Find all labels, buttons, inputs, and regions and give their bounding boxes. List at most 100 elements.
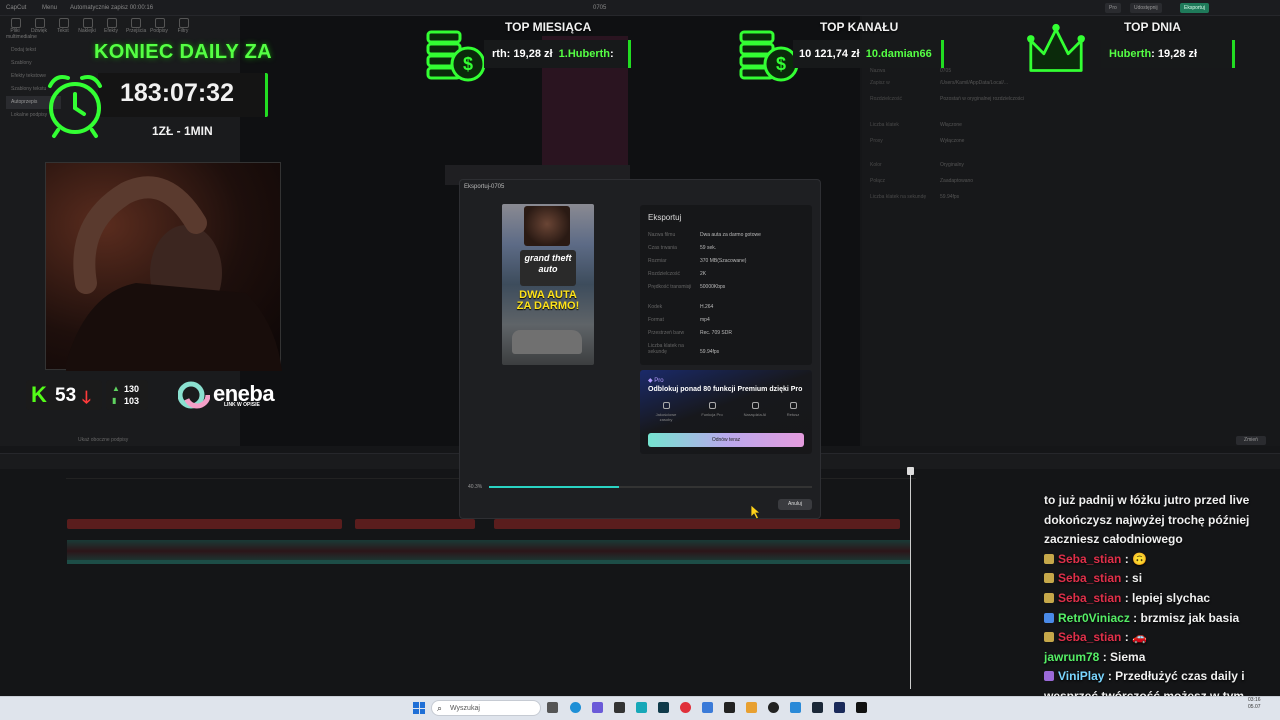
taskbar-search[interactable]: Wyszukaj bbox=[431, 700, 541, 716]
top-day-name: Huberth bbox=[1109, 48, 1152, 60]
toolbar-item-captions[interactable]: Podpisy bbox=[150, 18, 168, 38]
chat-text: to już padnij w łóżku jutro przed live bbox=[1044, 493, 1250, 507]
svg-text:$: $ bbox=[463, 54, 473, 74]
chat-badge-icon bbox=[1044, 612, 1054, 623]
terminal-icon[interactable] bbox=[614, 702, 625, 713]
chat-text: dokończysz najwyżej trochę później bbox=[1044, 512, 1250, 527]
windows-start-icon[interactable] bbox=[413, 702, 425, 714]
renew-pro-button[interactable]: Odnów teraz bbox=[648, 433, 804, 447]
app-titlebar: CapCut Menu Automatycznie zapisz 00:00:1… bbox=[0, 0, 1280, 16]
top-month-amount: 19,28 zł bbox=[513, 48, 553, 60]
chat-badge-icon bbox=[1044, 592, 1054, 603]
export-info-row: Prędkość transmisji 50000Kbps bbox=[648, 284, 726, 290]
share-button[interactable]: Udostępnij bbox=[1130, 3, 1162, 13]
property-row: Połącz Zaadaptowano bbox=[870, 178, 974, 184]
top-month-name-2: 1.Huberth bbox=[558, 48, 611, 60]
property-row: Nazwa 0705 bbox=[870, 68, 952, 74]
feature-item: Retusz bbox=[776, 402, 810, 417]
property-row: Zapisz w/Users/Kamil/AppData/Local/... bbox=[870, 80, 1009, 86]
stat-up-value: 130 bbox=[124, 384, 140, 394]
photoshop-icon[interactable] bbox=[834, 702, 845, 713]
export-info-row: Format mp4 bbox=[648, 317, 710, 323]
app-icon[interactable] bbox=[790, 702, 801, 713]
top-day-title: TOP DNIA bbox=[1124, 20, 1181, 34]
text-clip[interactable] bbox=[355, 519, 475, 529]
coins-icon: $ bbox=[739, 30, 799, 82]
export-info-row: Nazwa filmu Dwa auta za darmo gotowe bbox=[648, 232, 761, 238]
diamond-icon: ◆ bbox=[648, 378, 653, 384]
chat-username: ViniPlay bbox=[1058, 669, 1105, 684]
app-icon[interactable] bbox=[636, 702, 647, 713]
feature-item: Funkcja Pro bbox=[695, 402, 729, 417]
chat-text: : lepiej slychac bbox=[1124, 590, 1211, 605]
text-clip[interactable] bbox=[494, 519, 900, 529]
top-channel-title: TOP KANAŁU bbox=[820, 20, 899, 34]
top-month-bar: rth: 19,28 zł 1.Huberth: bbox=[484, 40, 631, 68]
export-button[interactable]: Eksportuj bbox=[1180, 3, 1209, 13]
text-clip[interactable] bbox=[67, 519, 342, 529]
opera-icon[interactable] bbox=[680, 702, 691, 713]
top-day-bar: Huberth: 19,28 zł bbox=[1101, 40, 1235, 68]
stat-down-value: 103 bbox=[124, 396, 140, 406]
chat-message: ViniPlay : Przedłużyć czas daily i bbox=[1038, 667, 1280, 687]
chat-text: : 🚗 bbox=[1124, 630, 1147, 645]
app-icon[interactable] bbox=[702, 702, 713, 713]
steam-icon[interactable] bbox=[812, 702, 823, 713]
properties-panel bbox=[862, 16, 1280, 446]
toolbar-item-text[interactable]: Tekst bbox=[54, 18, 72, 38]
top-day-amount: 19,28 zł bbox=[1157, 48, 1198, 60]
gta-logo: grand theft auto bbox=[520, 250, 576, 286]
project-title: 0705 bbox=[593, 5, 607, 11]
mouse-cursor-icon bbox=[750, 504, 762, 520]
svg-text:$: $ bbox=[776, 54, 786, 74]
toolbar-item-media[interactable]: Pliki multimedialne bbox=[6, 18, 37, 40]
pro-badge: ◆ Pro bbox=[648, 378, 664, 384]
system-clock: 03:16 05.07 bbox=[1248, 697, 1261, 710]
toolbar-item-stickers[interactable]: Naklejki bbox=[78, 18, 96, 38]
toolbar-item-filters[interactable]: Filtry bbox=[174, 18, 192, 38]
playhead-handle[interactable] bbox=[907, 467, 914, 475]
chat-text: : si bbox=[1124, 571, 1143, 586]
thumbnail-car bbox=[512, 330, 582, 354]
top-month-title: TOP MIESIĄCA bbox=[505, 20, 592, 34]
donation-rate: 1ZŁ - 1MIN bbox=[152, 124, 213, 138]
menu-button[interactable]: Menu bbox=[42, 5, 57, 11]
export-progress-fill bbox=[489, 486, 619, 488]
crown-icon bbox=[1027, 23, 1085, 72]
toolbar-item-effects[interactable]: Efekty bbox=[102, 18, 120, 38]
toolbar-item-transitions[interactable]: Przejścia bbox=[126, 18, 146, 38]
viewers-icon: ▲ bbox=[112, 384, 120, 393]
task-view-icon[interactable] bbox=[547, 702, 558, 713]
export-info-row: Rozmiar 370 MB(Szacowane) bbox=[648, 258, 747, 264]
obs-icon[interactable] bbox=[768, 702, 779, 713]
app-icon[interactable] bbox=[746, 702, 757, 713]
grid-icon bbox=[708, 402, 716, 409]
pro-button[interactable]: Pro bbox=[1105, 3, 1121, 13]
playhead[interactable] bbox=[910, 469, 911, 689]
autosave-status: Automatycznie zapisz 00:00:16 bbox=[70, 5, 154, 11]
chat-message: zaczniesz całodniowego bbox=[1038, 530, 1280, 550]
chat-badge-icon bbox=[1044, 671, 1054, 682]
bars-icon: ▮ bbox=[112, 396, 117, 405]
app-icon[interactable] bbox=[658, 702, 669, 713]
pro-heading: Odblokuj ponad 80 funkcji Premium dzięki… bbox=[648, 386, 803, 393]
chat-username: Seba_stian bbox=[1058, 630, 1122, 645]
cancel-export-button[interactable]: Anuluj bbox=[778, 499, 812, 510]
chat-text: : Siema bbox=[1102, 649, 1146, 664]
video-clip[interactable] bbox=[67, 540, 910, 562]
chat-username: Retr0Viniacz bbox=[1058, 610, 1130, 625]
modify-button[interactable]: Zmień bbox=[1236, 436, 1266, 445]
toolbar-item-audio[interactable]: Dźwięk bbox=[30, 18, 48, 38]
teams-icon[interactable] bbox=[592, 702, 603, 713]
chat-message: to już padnij w łóżku jutro przed live bbox=[1038, 491, 1280, 511]
export-info-row: Liczba klatek na sekundę 59.94fps bbox=[648, 343, 720, 355]
app-icon[interactable] bbox=[724, 702, 735, 713]
side-menu-item[interactable]: Dodaj tekst bbox=[6, 44, 61, 57]
chat-username: Seba_stian bbox=[1058, 590, 1122, 605]
edge-icon[interactable] bbox=[570, 702, 581, 713]
audio-waveform bbox=[67, 560, 910, 564]
chat-text: : brzmisz jak basia bbox=[1133, 610, 1240, 625]
capcut-icon[interactable] bbox=[856, 702, 867, 713]
subtitle-toggle[interactable]: Ukaż oboczne podpisy bbox=[78, 437, 128, 443]
chat-badge-icon bbox=[1044, 553, 1054, 564]
